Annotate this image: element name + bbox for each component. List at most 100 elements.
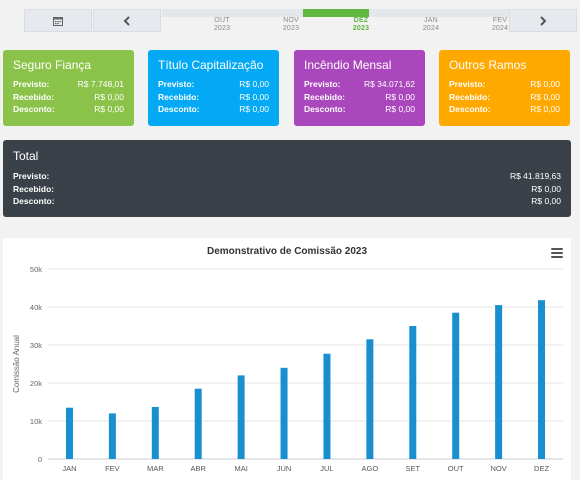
timeline-month-fev[interactable]: FEV 2024 bbox=[475, 17, 525, 33]
bar-out[interactable] bbox=[452, 312, 460, 459]
year-label: 2023 bbox=[213, 25, 231, 32]
month-timeline: OUT 2023 NOV 2023 DEZ 2023 JAN 2024 FEV … bbox=[0, 0, 580, 38]
card-title: Título Capitalização bbox=[158, 58, 264, 72]
card-incendio-mensal[interactable]: Incêndio Mensal Previsto: R$ 34.071,62 Re… bbox=[294, 50, 425, 126]
previsto-label: Previsto: bbox=[13, 79, 50, 89]
desconto-label: Desconto: bbox=[13, 196, 55, 206]
recebido-value: R$ 0,00 bbox=[94, 91, 124, 102]
total-title: Total bbox=[13, 149, 39, 163]
year-label: 2023 bbox=[352, 25, 370, 32]
bar-mai[interactable] bbox=[237, 375, 245, 459]
desconto-value: R$ 0,00 bbox=[385, 104, 415, 114]
recebido-label: Recebido: bbox=[449, 91, 491, 102]
card-title: Incêndio Mensal bbox=[304, 58, 392, 72]
card-titulo-capitalizacao[interactable]: Título Capitalização Previsto: R$ 0,00 Re… bbox=[148, 50, 279, 126]
x-tick-label: OUT bbox=[448, 464, 464, 473]
desconto-label: Desconto: bbox=[449, 104, 491, 114]
chart-x-ticks: JAN FEV MAR ABR MAI JUN JUL AGO SET OUT NOV DEZ bbox=[62, 464, 549, 473]
dashboard: OUT 2023 NOV 2023 DEZ 2023 JAN 2024 FEV … bbox=[0, 0, 580, 480]
year-label: 2024 bbox=[422, 25, 440, 32]
previsto-value: R$ 7.748,01 bbox=[77, 79, 124, 89]
bar-jan[interactable] bbox=[65, 407, 73, 459]
month-label: OUT bbox=[214, 17, 230, 24]
desconto-value: R$ 0,00 bbox=[239, 104, 269, 114]
x-tick-label: SET bbox=[405, 464, 420, 473]
year-label: 2023 bbox=[282, 25, 300, 32]
calendar-icon bbox=[53, 16, 63, 26]
y-tick-label: 30k bbox=[30, 341, 42, 350]
bar-jun[interactable] bbox=[280, 367, 288, 459]
desconto-label: Desconto: bbox=[13, 104, 55, 114]
recebido-value: R$ 0,00 bbox=[530, 91, 560, 102]
previsto-value: R$ 0,00 bbox=[239, 79, 269, 89]
x-tick-label: AGO bbox=[362, 464, 379, 473]
timeline-active-marker bbox=[303, 9, 369, 17]
bar-jul[interactable] bbox=[323, 353, 331, 459]
month-label: NOV bbox=[283, 17, 299, 24]
desconto-value: R$ 0,00 bbox=[94, 104, 124, 114]
card-seguro-fianca[interactable]: Seguro Fiança Previsto: R$ 7.748,01 Receb… bbox=[3, 50, 134, 126]
previsto-label: Previsto: bbox=[13, 171, 50, 181]
desconto-label: Desconto: bbox=[304, 104, 346, 114]
y-tick-label: 20k bbox=[30, 379, 42, 388]
y-tick-label: 0 bbox=[38, 455, 42, 464]
y-tick-label: 10k bbox=[30, 417, 42, 426]
chart-bars bbox=[65, 300, 546, 459]
bar-set[interactable] bbox=[409, 326, 417, 459]
previsto-value: R$ 0,00 bbox=[530, 79, 560, 89]
year-label: 2024 bbox=[491, 25, 509, 32]
bar-mar[interactable] bbox=[151, 406, 159, 459]
bar-dez[interactable] bbox=[538, 300, 546, 459]
previsto-value: R$ 34.071,62 bbox=[363, 79, 415, 89]
previsto-label: Previsto: bbox=[449, 79, 486, 89]
previsto-label: Previsto: bbox=[304, 79, 341, 89]
recebido-label: Recebido: bbox=[158, 91, 200, 102]
card-title: Outros Ramos bbox=[449, 58, 527, 72]
recebido-label: Recebido: bbox=[13, 91, 55, 102]
previsto-value: R$ 41.819,63 bbox=[509, 171, 561, 181]
bar-ago[interactable] bbox=[366, 339, 374, 459]
y-tick-label: 50k bbox=[30, 265, 42, 274]
timeline-month-nov[interactable]: NOV 2023 bbox=[266, 17, 316, 33]
x-tick-label: JUN bbox=[277, 464, 292, 473]
desconto-value: R$ 0,00 bbox=[531, 196, 561, 206]
chart-y-ticks: 0 10k 20k 30k 40k 50k bbox=[30, 265, 42, 464]
chart-gridlines bbox=[48, 268, 563, 460]
x-tick-label: NOV bbox=[490, 464, 506, 473]
recebido-label: Recebido: bbox=[304, 91, 346, 102]
card-outros-ramos[interactable]: Outros Ramos Previsto: R$ 0,00 Recebido: R… bbox=[439, 50, 570, 126]
y-tick-label: 40k bbox=[30, 303, 42, 312]
timeline-month-jan[interactable]: JAN 2024 bbox=[406, 17, 456, 33]
calendar-button[interactable] bbox=[24, 9, 92, 32]
bar-abr[interactable] bbox=[194, 388, 202, 459]
x-tick-label: JUL bbox=[320, 464, 333, 473]
month-label: FEV bbox=[492, 17, 508, 24]
month-label: DEZ bbox=[353, 17, 369, 24]
previsto-label: Previsto: bbox=[158, 79, 195, 89]
recebido-value: R$ 0,00 bbox=[239, 91, 269, 102]
total-panel: Total Previsto: R$ 41.819,63 Recebido: R$ … bbox=[3, 140, 571, 217]
bar-fev[interactable] bbox=[108, 413, 116, 459]
x-tick-label: FEV bbox=[105, 464, 120, 473]
recebido-value: R$ 0,00 bbox=[531, 183, 561, 194]
recebido-value: R$ 0,00 bbox=[385, 91, 415, 102]
desconto-value: R$ 0,00 bbox=[530, 104, 560, 114]
chevron-left-icon bbox=[123, 15, 130, 26]
desconto-label: Desconto: bbox=[158, 104, 200, 114]
card-title: Seguro Fiança bbox=[13, 58, 92, 72]
chart-plot: 0 10k 20k 30k 40k 50k JAN FEV MAR ABR MAI JUN JUL AG… bbox=[12, 265, 563, 473]
recebido-label: Recebido: bbox=[13, 183, 55, 194]
y-axis-label: Comissão Anual bbox=[12, 335, 21, 393]
month-label: JAN bbox=[424, 17, 438, 24]
x-tick-label: DEZ bbox=[534, 464, 549, 473]
x-tick-label: ABR bbox=[190, 464, 206, 473]
chevron-right-icon bbox=[540, 15, 547, 26]
commission-chart: Demonstrativo de Comissão 2023 0 10k 20k 30… bbox=[3, 238, 571, 480]
timeline-month-out[interactable]: OUT 2023 bbox=[197, 17, 247, 33]
timeline-month-dez[interactable]: DEZ 2023 bbox=[336, 17, 386, 33]
x-tick-label: MAR bbox=[147, 464, 164, 473]
x-tick-label: MAI bbox=[234, 464, 247, 473]
x-tick-label: JAN bbox=[62, 464, 76, 473]
bar-nov[interactable] bbox=[495, 305, 503, 459]
previous-month-button[interactable] bbox=[93, 9, 161, 32]
